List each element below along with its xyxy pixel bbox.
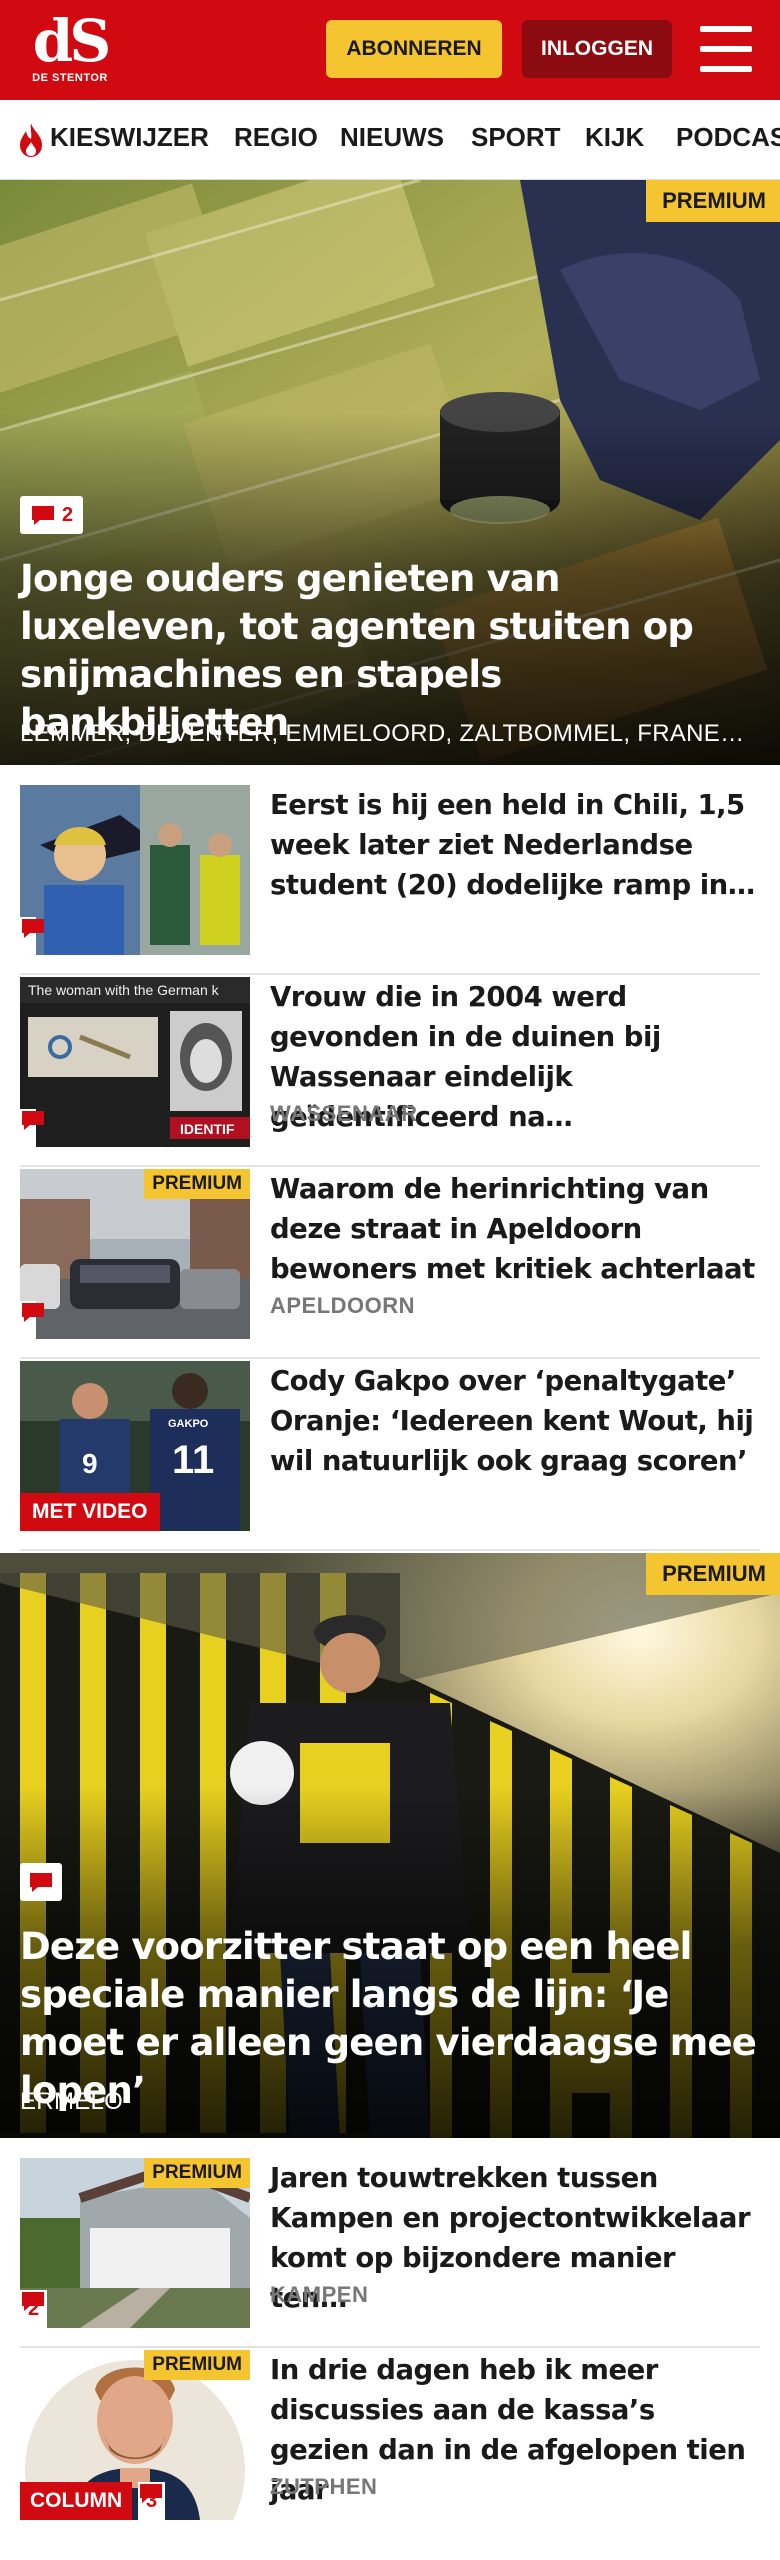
premium-badge: PREMIUM bbox=[646, 180, 780, 222]
site-logo[interactable]: dS DE STENTOR bbox=[28, 12, 112, 90]
article-location: APELDOORN bbox=[270, 1293, 416, 1318]
hero-location: LEMMER, DEVENTER, EMMELOORD, ZALTBOMMEL,… bbox=[20, 720, 760, 747]
nav-item-regio[interactable]: REGIO bbox=[234, 122, 318, 153]
list-item[interactable]: PREMIUM 2 Jaren touwtrekken tussen Kampe… bbox=[20, 2158, 760, 2348]
article-thumbnail: PREMIUM bbox=[20, 1169, 250, 1339]
article-location: WASSENAAR bbox=[270, 1101, 418, 1126]
comment-icon bbox=[22, 919, 44, 938]
subscribe-button[interactable]: ABONNEREN bbox=[326, 20, 502, 78]
comment-indicator[interactable] bbox=[20, 1863, 62, 1901]
nav-item-sport[interactable]: SPORT bbox=[471, 122, 561, 153]
hero-location: ERMELO bbox=[20, 2088, 124, 2115]
comment-icon bbox=[30, 1873, 52, 1892]
comment-indicator bbox=[20, 917, 44, 955]
list-item[interactable]: 9 GAKPO 11 MET VIDEO Cody Gakpo over ‘pe… bbox=[20, 1361, 760, 1551]
comment-indicator bbox=[20, 1301, 44, 1339]
list-item[interactable]: PREMIUM COLUMN 3 In drie dagen heb ik me… bbox=[20, 2350, 760, 2540]
article-location: KAMPEN bbox=[270, 2282, 369, 2307]
comment-count-value: 2 bbox=[62, 503, 74, 526]
list-item[interactable]: Eerst is hij een held in Chili, 1,5 week… bbox=[20, 785, 760, 975]
thumb-overlay-text: IDENTIF bbox=[180, 1121, 235, 1137]
article-thumbnail: The woman with the German k IDENTIF bbox=[20, 977, 250, 1147]
column-badge: COLUMN bbox=[20, 2482, 133, 2520]
shirt-number-right: 11 bbox=[172, 1438, 214, 1482]
hero-article-1[interactable]: PREMIUM 2 Jonge ouders genieten van luxe… bbox=[0, 180, 780, 765]
comment-icon bbox=[140, 2484, 162, 2503]
nav-item-podcast[interactable]: PODCAST bbox=[676, 122, 780, 153]
comment-indicator bbox=[20, 1109, 44, 1147]
hero-headline[interactable]: Jonge ouders genieten van luxeleven, tot… bbox=[20, 555, 760, 747]
shirt-number-left: 9 bbox=[82, 1448, 98, 1479]
premium-badge: PREMIUM bbox=[144, 1169, 250, 1199]
article-headline[interactable]: Waarom de herinrichting van deze straat … bbox=[270, 1169, 760, 1289]
comment-icon bbox=[32, 506, 54, 525]
comment-icon bbox=[22, 2292, 44, 2311]
flame-icon bbox=[20, 123, 42, 157]
premium-badge: PREMIUM bbox=[144, 2350, 250, 2380]
video-badge: MET VIDEO bbox=[20, 1493, 160, 1531]
nav-item-kijk[interactable]: KIJK bbox=[585, 122, 644, 153]
comment-icon bbox=[22, 1111, 44, 1130]
list-item[interactable]: PREMIUM Waarom de herinrichting van deze… bbox=[20, 1169, 760, 1359]
article-headline[interactable]: Cody Gakpo over ‘penaltygate’ Oranje: ‘I… bbox=[270, 1361, 760, 1481]
article-location: ZUTPHEN bbox=[270, 2474, 378, 2499]
login-button[interactable]: INLOGGEN bbox=[522, 20, 672, 78]
list-item[interactable]: The woman with the German k IDENTIF Vrou… bbox=[20, 977, 760, 1167]
menu-icon[interactable] bbox=[700, 26, 752, 72]
nav-item-kieswijzer[interactable]: KIESWIJZER bbox=[50, 122, 209, 153]
top-bar: dS DE STENTOR ABONNEREN INLOGGEN bbox=[0, 0, 780, 100]
main-nav: KIESWIJZER REGIO NIEUWS SPORT KIJK PODCA… bbox=[0, 100, 780, 180]
shirt-name: GAKPO bbox=[168, 1418, 209, 1430]
comment-count[interactable]: 2 bbox=[20, 496, 84, 534]
premium-badge: PREMIUM bbox=[144, 2158, 250, 2188]
article-headline[interactable]: Eerst is hij een held in Chili, 1,5 week… bbox=[270, 785, 760, 905]
logo-mark: dS bbox=[32, 7, 111, 75]
nav-item-nieuws[interactable]: NIEUWS bbox=[340, 122, 444, 153]
comment-count: 3 bbox=[138, 2482, 166, 2520]
article-thumbnail: 9 GAKPO 11 MET VIDEO bbox=[20, 1361, 250, 1531]
premium-badge: PREMIUM bbox=[646, 1553, 780, 1595]
comment-icon bbox=[22, 1303, 44, 1322]
hero-headline[interactable]: Deze voorzitter staat op een heel specia… bbox=[20, 1923, 760, 2115]
hero-article-2[interactable]: PREMIUM Deze voorzitter staat op een hee… bbox=[0, 1553, 780, 2138]
thumb-caption: The woman with the German k bbox=[28, 982, 220, 998]
article-thumbnail: PREMIUM COLUMN 3 bbox=[20, 2350, 250, 2520]
logo-subtitle: DE STENTOR bbox=[32, 72, 108, 84]
article-thumbnail bbox=[20, 785, 250, 955]
comment-count: 2 bbox=[20, 2290, 48, 2328]
article-thumbnail: PREMIUM 2 bbox=[20, 2158, 250, 2328]
